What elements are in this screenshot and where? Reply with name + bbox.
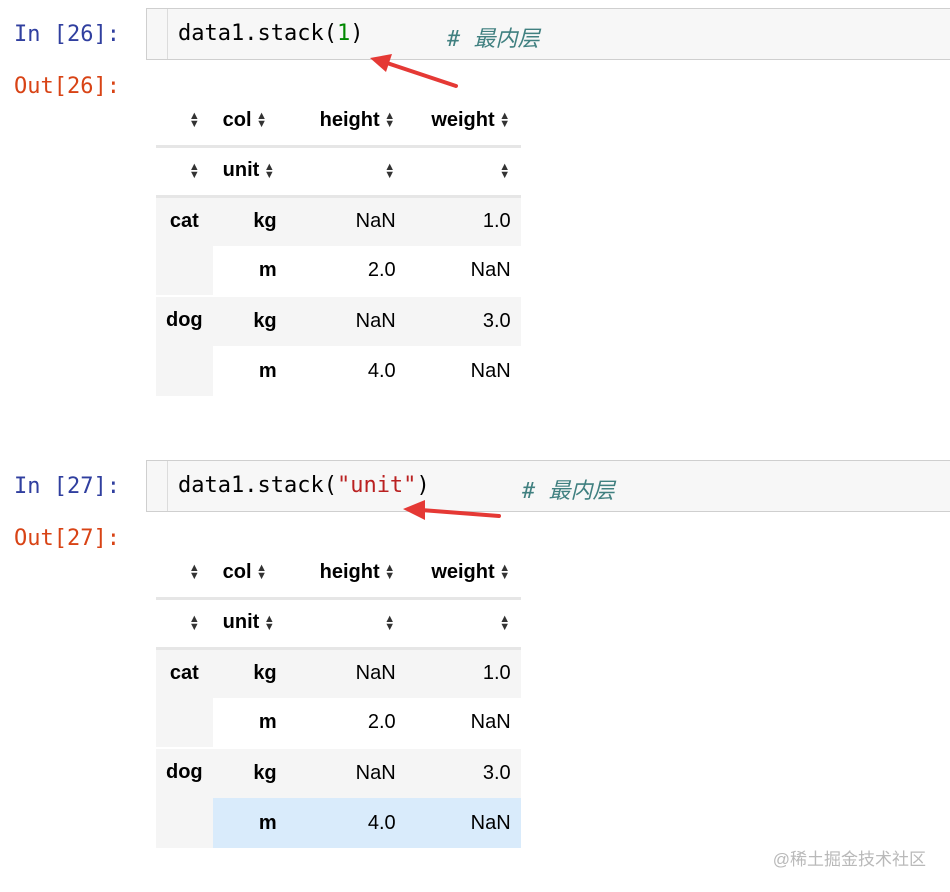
column-header[interactable]: height ▲ ▼ — [296, 548, 406, 600]
table-row: dog kg NaN 3.0 — [156, 295, 521, 396]
table-cell: NaN — [405, 346, 521, 396]
table-cell: NaN — [296, 648, 406, 698]
outer-index-label: dog — [156, 295, 213, 396]
code-call-close: ) — [350, 21, 364, 46]
column-header[interactable]: height ▲ ▼ — [296, 96, 406, 148]
empty-header[interactable]: ▲ ▼ — [296, 146, 406, 198]
column-header[interactable]: col ▲ ▼ — [212, 96, 297, 148]
sort-updown-icon[interactable]: ▲ ▼ — [384, 111, 396, 130]
sort-updown-icon[interactable]: ▲ ▼ — [256, 111, 268, 130]
dataframe-table: ▲ ▼ col ▲ ▼ height ▲ ▼ weight ▲ ▼ ▲ ▼ unit ▲ ▼ ▲ ▼ … — [156, 548, 521, 848]
input-gutter — [167, 9, 168, 59]
code-call: data1.stack( — [178, 473, 337, 498]
inner-index-label: kg — [212, 196, 297, 246]
index-header[interactable]: ▲ ▼ — [156, 146, 213, 198]
header-row-columns: ▲ ▼ col ▲ ▼ height ▲ ▼ weight ▲ ▼ — [156, 96, 521, 148]
header-row-columns: ▲ ▼ col ▲ ▼ height ▲ ▼ weight ▲ ▼ — [156, 548, 521, 600]
table-cell: 2.0 — [296, 698, 406, 748]
table-cell: 2.0 — [296, 246, 406, 296]
column-header[interactable]: weight ▲ ▼ — [405, 96, 521, 148]
notebook-cell-27: In [27]: data1.stack("unit") # 最内层 Out[2… — [0, 452, 950, 892]
table-cell: 3.0 — [405, 747, 521, 798]
code-input[interactable]: data1.stack(1) # 最内层 — [146, 8, 950, 60]
sort-updown-icon[interactable]: ▲ ▼ — [188, 162, 200, 181]
output-prompt: Out[26]: — [14, 74, 120, 99]
code-call: data1.stack( — [178, 21, 337, 46]
header-row-index: ▲ ▼ unit ▲ ▼ ▲ ▼ ▲ ▼ — [156, 598, 521, 650]
inner-index-label: m — [212, 698, 297, 748]
sort-updown-icon[interactable]: ▲ ▼ — [384, 563, 396, 582]
table-cell: 1.0 — [405, 196, 521, 246]
watermark: @稀土掘金技术社区 — [772, 850, 926, 869]
red-arrow-icon — [403, 500, 501, 520]
code-argument: 1 — [336, 21, 351, 46]
table-cell: NaN — [405, 246, 521, 296]
table-row: dog kg NaN 3.0 — [156, 747, 521, 848]
sort-updown-icon[interactable]: ▲ ▼ — [499, 614, 511, 633]
input-gutter — [167, 461, 168, 511]
empty-header[interactable]: ▲ ▼ — [405, 598, 521, 650]
output-prompt: Out[27]: — [14, 526, 120, 551]
sort-updown-icon[interactable]: ▲ ▼ — [256, 563, 268, 582]
outer-index-label: cat — [156, 196, 213, 296]
empty-header[interactable]: ▲ ▼ — [405, 146, 521, 198]
table-cell: NaN — [296, 196, 406, 246]
table-cell: NaN — [296, 747, 406, 798]
dataframe-table: ▲ ▼ col ▲ ▼ height ▲ ▼ weight ▲ ▼ ▲ ▼ unit ▲ ▼ ▲ ▼ … — [156, 96, 521, 396]
table-cell: 1.0 — [405, 648, 521, 698]
index-name-header[interactable]: unit ▲ ▼ — [212, 598, 297, 650]
outer-index-label: dog — [156, 747, 213, 848]
table-row: cat kg NaN 1.0 — [156, 196, 521, 296]
inner-index-label: kg — [212, 648, 297, 698]
code-argument: "unit" — [336, 473, 417, 498]
code-input[interactable]: data1.stack("unit") # 最内层 — [146, 460, 950, 512]
index-header[interactable]: ▲ ▼ — [156, 96, 213, 148]
code-line[interactable]: data1.stack(1) — [178, 21, 363, 46]
sort-updown-icon[interactable]: ▲ ▼ — [188, 563, 200, 582]
inner-index-label: m — [212, 798, 297, 848]
sort-updown-icon[interactable]: ▲ ▼ — [499, 162, 511, 181]
sort-updown-icon[interactable]: ▲ ▼ — [188, 614, 200, 633]
table-cell: NaN — [405, 698, 521, 748]
sort-updown-icon[interactable]: ▲ ▼ — [384, 614, 396, 633]
input-prompt: In [27]: — [14, 474, 120, 499]
sort-updown-icon[interactable]: ▲ ▼ — [263, 162, 275, 181]
index-header[interactable]: ▲ ▼ — [156, 598, 213, 650]
header-row-index: ▲ ▼ unit ▲ ▼ ▲ ▼ ▲ ▼ — [156, 146, 521, 198]
code-comment: # 最内层 — [447, 27, 540, 52]
red-arrow-icon — [370, 54, 458, 88]
sort-updown-icon[interactable]: ▲ ▼ — [499, 563, 511, 582]
table-cell: NaN — [405, 798, 521, 848]
code-line[interactable]: data1.stack("unit") — [178, 473, 430, 498]
table-cell: 4.0 — [296, 346, 406, 396]
index-name-header[interactable]: unit ▲ ▼ — [212, 146, 297, 198]
sort-updown-icon[interactable]: ▲ ▼ — [384, 162, 396, 181]
inner-index-label: m — [212, 346, 297, 396]
table-cell: 3.0 — [405, 295, 521, 346]
empty-header[interactable]: ▲ ▼ — [296, 598, 406, 650]
input-prompt: In [26]: — [14, 22, 120, 47]
sort-updown-icon[interactable]: ▲ ▼ — [188, 111, 200, 130]
column-header[interactable]: weight ▲ ▼ — [405, 548, 521, 600]
notebook-cell-26: In [26]: data1.stack(1) # 最内层 Out[26]: ▲… — [0, 0, 950, 420]
code-comment: # 最内层 — [522, 479, 615, 504]
inner-index-label: kg — [212, 747, 297, 798]
table-row: cat kg NaN 1.0 — [156, 648, 521, 748]
index-header[interactable]: ▲ ▼ — [156, 548, 213, 600]
outer-index-label: cat — [156, 648, 213, 748]
inner-index-label: kg — [212, 295, 297, 346]
column-header[interactable]: col ▲ ▼ — [212, 548, 297, 600]
sort-updown-icon[interactable]: ▲ ▼ — [263, 614, 275, 633]
table-cell: NaN — [296, 295, 406, 346]
table-cell: 4.0 — [296, 798, 406, 848]
sort-updown-icon[interactable]: ▲ ▼ — [499, 111, 511, 130]
code-call-close: ) — [416, 473, 430, 498]
inner-index-label: m — [212, 246, 297, 296]
